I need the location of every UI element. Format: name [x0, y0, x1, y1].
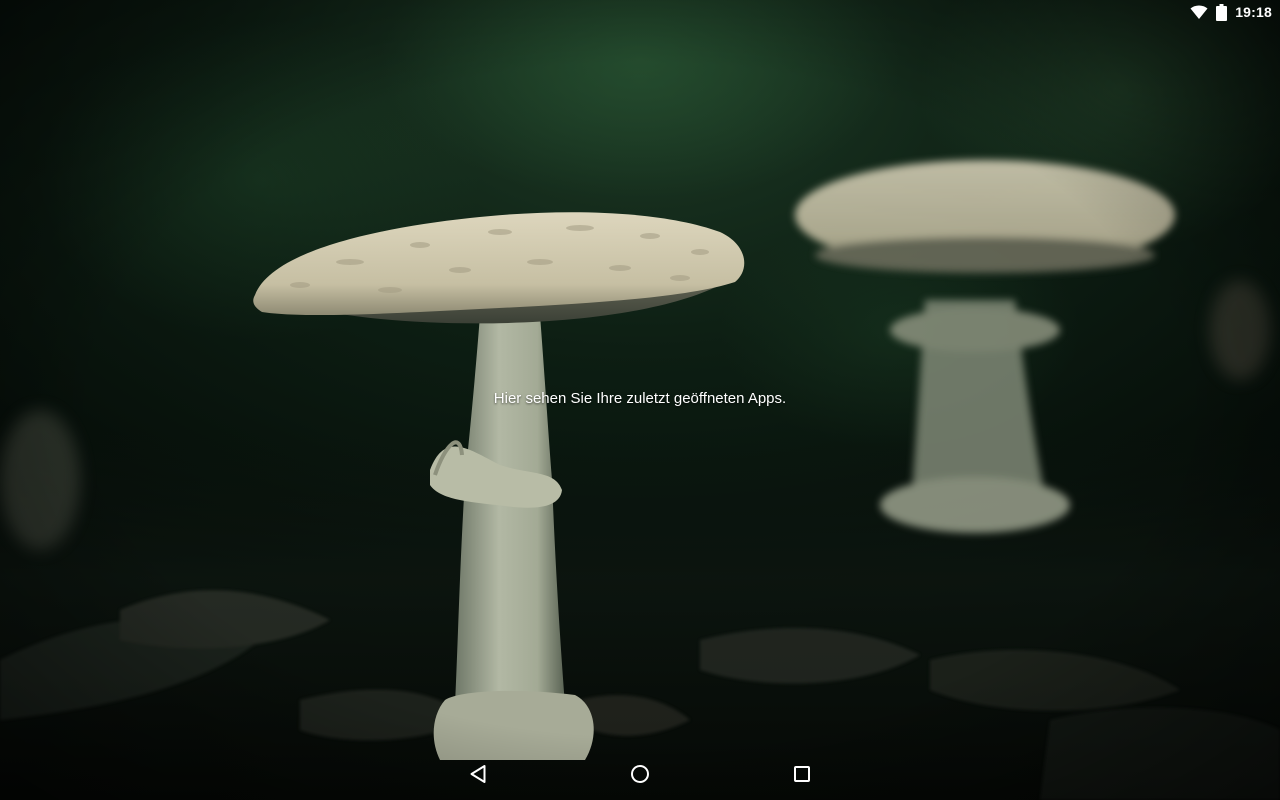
- home-button[interactable]: [604, 752, 676, 800]
- status-bar: 19:18: [0, 0, 1280, 24]
- back-icon: [469, 764, 487, 789]
- navigation-bar: [0, 752, 1280, 800]
- back-button[interactable]: [442, 752, 514, 800]
- recents-button[interactable]: [766, 752, 838, 800]
- status-icons: 19:18: [1190, 0, 1272, 24]
- recents-screen: 19:18 Hier sehen Sie Ihre zuletzt geöffn…: [0, 0, 1280, 800]
- recents-empty-message: Hier sehen Sie Ihre zuletzt geöffneten A…: [493, 390, 787, 407]
- status-clock: 19:18: [1235, 4, 1272, 20]
- battery-icon: [1216, 3, 1228, 21]
- wifi-icon: [1190, 4, 1208, 20]
- home-icon: [630, 764, 650, 789]
- recents-icon: [793, 765, 811, 788]
